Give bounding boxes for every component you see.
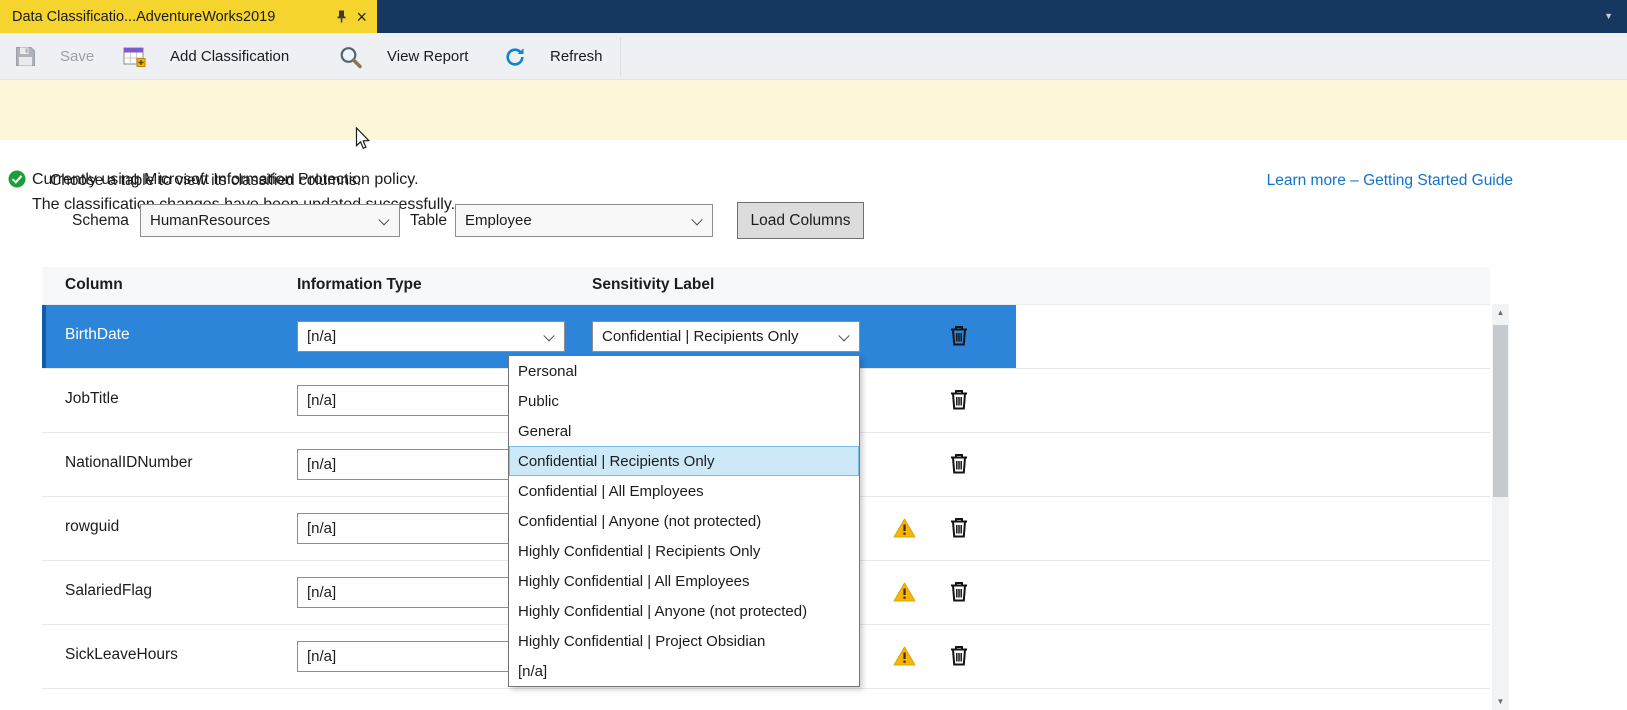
dropdown-item[interactable]: Confidential | Anyone (not protected) (509, 506, 859, 536)
column-name: rowguid (65, 518, 119, 536)
learn-more-link[interactable]: Learn more – Getting Started Guide (1267, 172, 1513, 190)
schema-select-value: HumanResources (150, 212, 270, 229)
column-name: BirthDate (65, 326, 130, 344)
dropdown-item[interactable]: Personal (509, 356, 859, 386)
column-name: JobTitle (65, 390, 119, 408)
delete-icon[interactable] (950, 325, 968, 346)
choose-table-label: Choose a table to view its classified co… (50, 172, 361, 190)
mouse-cursor (355, 127, 371, 155)
table-select[interactable]: Employee (455, 204, 713, 237)
add-classification-label: Add Classification (170, 48, 289, 65)
close-icon[interactable]: × (356, 8, 367, 26)
table-label: Table (410, 212, 447, 230)
information-type-value: [n/a] (307, 648, 336, 665)
view-report-icon (338, 45, 363, 69)
data-classification-window: Data Classificatio...AdventureWorks2019 … (0, 0, 1627, 710)
schema-select[interactable]: HumanResources (140, 204, 400, 237)
warning-icon (893, 518, 916, 538)
chevron-down-icon (691, 214, 702, 225)
status-banner: Currently using Microsoft Information Pr… (0, 80, 1627, 140)
header-column: Column (65, 276, 123, 294)
view-report-label: View Report (387, 48, 468, 65)
add-classification-icon (123, 46, 146, 67)
schema-label: Schema (72, 212, 129, 230)
delete-icon[interactable] (950, 517, 968, 538)
warning-icon (893, 646, 916, 666)
column-name: SickLeaveHours (65, 646, 178, 664)
refresh-label: Refresh (550, 48, 603, 65)
header-sensitivity-label: Sensitivity Label (592, 276, 714, 294)
sensitivity-label-select[interactable]: Confidential | Recipients Only (592, 321, 860, 352)
save-icon (15, 46, 36, 67)
information-type-select[interactable]: [n/a] (297, 321, 565, 352)
delete-icon[interactable] (950, 581, 968, 602)
refresh-icon (504, 46, 526, 68)
dropdown-item[interactable]: Confidential | All Employees (509, 476, 859, 506)
information-type-value: [n/a] (307, 456, 336, 473)
chevron-down-icon (543, 330, 554, 341)
load-columns-button[interactable]: Load Columns (737, 202, 864, 239)
table-select-value: Employee (465, 212, 532, 229)
column-name: NationalIDNumber (65, 454, 193, 472)
dropdown-item[interactable]: Highly Confidential | Project Obsidian (509, 626, 859, 656)
delete-icon[interactable] (950, 389, 968, 410)
dropdown-item[interactable]: General (509, 416, 859, 446)
refresh-button[interactable]: Refresh (504, 33, 603, 80)
dropdown-item-highlighted[interactable]: Confidential | Recipients Only (509, 446, 859, 476)
column-name: SalariedFlag (65, 582, 152, 600)
tab-title: Data Classificatio...AdventureWorks2019 (12, 9, 327, 25)
chevron-down-icon (378, 214, 389, 225)
toolbar: Save Add Classification View Report Refr… (0, 33, 1627, 80)
information-type-value: [n/a] (307, 520, 336, 537)
delete-icon[interactable] (950, 453, 968, 474)
header-information-type: Information Type (297, 276, 422, 294)
dropdown-item[interactable]: [n/a] (509, 656, 859, 686)
grid-header: Column Information Type Sensitivity Labe… (42, 267, 1490, 305)
information-type-value: [n/a] (307, 584, 336, 601)
warning-icon (893, 582, 916, 602)
sensitivity-dropdown-list: Personal Public General Confidential | R… (508, 355, 860, 687)
scroll-down-icon[interactable]: ▼ (1492, 693, 1509, 710)
information-type-value: [n/a] (307, 328, 336, 345)
dropdown-item[interactable]: Public (509, 386, 859, 416)
add-classification-button[interactable]: Add Classification (123, 33, 289, 80)
save-label: Save (60, 48, 94, 65)
view-report-button[interactable]: View Report (338, 33, 468, 80)
pin-icon[interactable] (336, 10, 347, 23)
check-circle-icon (8, 170, 26, 193)
chevron-down-icon (838, 330, 849, 341)
vertical-scrollbar[interactable]: ▲ ▼ (1492, 304, 1509, 710)
save-button[interactable]: Save (15, 33, 94, 80)
information-type-value: [n/a] (307, 392, 336, 409)
dropdown-item[interactable]: Highly Confidential | All Employees (509, 566, 859, 596)
dropdown-item[interactable]: Highly Confidential | Anyone (not protec… (509, 596, 859, 626)
sensitivity-label-value: Confidential | Recipients Only (602, 328, 799, 345)
tab-list-chevron-icon[interactable]: ▼ (1604, 11, 1613, 21)
tab-data-classification[interactable]: Data Classificatio...AdventureWorks2019 … (0, 0, 377, 33)
document-tab-bar: Data Classificatio...AdventureWorks2019 … (0, 0, 1627, 33)
toolbar-divider (620, 37, 621, 76)
delete-icon[interactable] (950, 645, 968, 666)
dropdown-item[interactable]: Highly Confidential | Recipients Only (509, 536, 859, 566)
scroll-up-icon[interactable]: ▲ (1492, 304, 1509, 321)
scrollbar-thumb[interactable] (1493, 325, 1508, 497)
